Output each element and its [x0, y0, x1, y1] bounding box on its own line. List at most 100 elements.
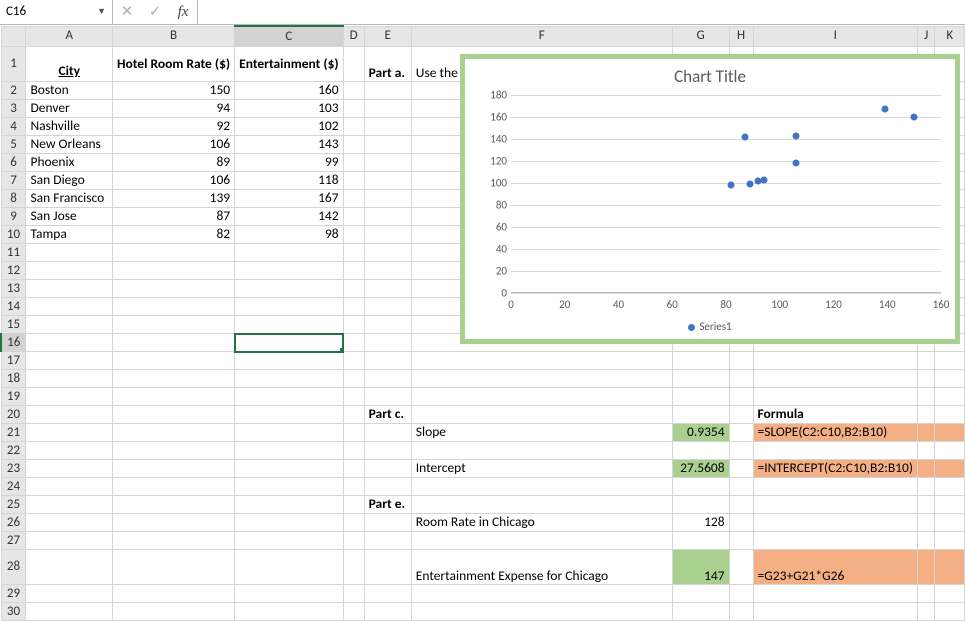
row-header-23[interactable]: 23	[1, 460, 26, 478]
row-header-12[interactable]: 12	[1, 262, 26, 280]
row-header-9[interactable]: 9	[1, 208, 26, 226]
label-ent-chicago[interactable]: Entertainment Expense for Chicago	[411, 550, 672, 585]
row-header-1[interactable]: 1	[1, 47, 26, 82]
header-city[interactable]: City	[26, 47, 113, 82]
name-box[interactable]: C16 ▼	[0, 0, 113, 24]
label-part-e[interactable]: Part e.	[364, 496, 411, 514]
cell-ent[interactable]: 167	[235, 190, 343, 208]
cell-rate[interactable]: 106	[113, 136, 235, 154]
row-header-25[interactable]: 25	[1, 496, 26, 514]
formula-ent-chicago[interactable]: =G23+G21*G26	[753, 550, 917, 585]
row-header-2[interactable]: 2	[1, 82, 26, 100]
cell-rate[interactable]: 87	[113, 208, 235, 226]
cell-city[interactable]: San Diego	[26, 172, 113, 190]
row-header-14[interactable]: 14	[1, 298, 26, 316]
value-rate-chicago[interactable]: 128	[672, 514, 729, 532]
scatter-chart[interactable]: Chart Title 0204060801001201401601800204…	[460, 54, 960, 344]
cell-ent[interactable]: 142	[235, 208, 343, 226]
row-header-22[interactable]: 22	[1, 442, 26, 460]
row-header-17[interactable]: 17	[1, 352, 26, 370]
header-ent[interactable]: Entertainment ($)	[235, 47, 343, 82]
data-point[interactable]	[792, 132, 799, 139]
data-point[interactable]	[755, 177, 762, 184]
row-header-13[interactable]: 13	[1, 280, 26, 298]
col-header-D[interactable]: D	[343, 26, 364, 47]
cell-ent[interactable]: 99	[235, 154, 343, 172]
cell-ent[interactable]: 98	[235, 226, 343, 244]
cell-ent[interactable]: 143	[235, 136, 343, 154]
row-header-29[interactable]: 29	[1, 585, 26, 603]
row-header-20[interactable]: 20	[1, 406, 26, 424]
cell-city[interactable]: Nashville	[26, 118, 113, 136]
row-header-19[interactable]: 19	[1, 388, 26, 406]
data-point[interactable]	[747, 181, 754, 188]
col-header-A[interactable]: A	[26, 26, 113, 47]
cell-rate[interactable]: 94	[113, 100, 235, 118]
chart-legend[interactable]: Series1	[465, 320, 955, 333]
cell-rate[interactable]: 150	[113, 82, 235, 100]
row-header-28[interactable]: 28	[1, 550, 26, 585]
row-header-6[interactable]: 6	[1, 154, 26, 172]
worksheet[interactable]: ABCDEFGHIJK1CityHotel Room Rate ($)Enter…	[0, 25, 965, 621]
col-header-B[interactable]: B	[113, 26, 235, 47]
fx-icon[interactable]: fx	[169, 3, 197, 21]
label-part-a[interactable]: Part a.	[364, 47, 411, 82]
col-header-G[interactable]: G	[672, 26, 729, 47]
cell-ent[interactable]: 160	[235, 82, 343, 100]
label-slope[interactable]: Slope	[411, 424, 672, 442]
label-intercept[interactable]: Intercept	[411, 460, 672, 478]
label-rate-chicago[interactable]: Room Rate in Chicago	[411, 514, 672, 532]
chevron-down-icon[interactable]: ▼	[97, 7, 106, 18]
chart-title[interactable]: Chart Title	[465, 67, 955, 87]
row-header-11[interactable]: 11	[1, 244, 26, 262]
cell-city[interactable]: San Jose	[26, 208, 113, 226]
row-header-21[interactable]: 21	[1, 424, 26, 442]
formula-slope[interactable]: =SLOPE(C2:C10,B2:B10)	[753, 424, 917, 442]
cell-city[interactable]: Phoenix	[26, 154, 113, 172]
col-header-H[interactable]: H	[729, 26, 753, 47]
row-header-30[interactable]: 30	[1, 603, 26, 621]
cell-rate[interactable]: 106	[113, 172, 235, 190]
chart-plot-area[interactable]: 0204060801001201401601800204060801001201…	[511, 95, 941, 293]
row-header-4[interactable]: 4	[1, 118, 26, 136]
row-header-15[interactable]: 15	[1, 316, 26, 334]
row-header-8[interactable]: 8	[1, 190, 26, 208]
data-point[interactable]	[792, 160, 799, 167]
value-slope[interactable]: 0.9354	[672, 424, 729, 442]
header-rate[interactable]: Hotel Room Rate ($)	[113, 47, 235, 82]
row-header-18[interactable]: 18	[1, 370, 26, 388]
cell-city[interactable]: San Francisco	[26, 190, 113, 208]
cell-rate[interactable]: 92	[113, 118, 235, 136]
col-header-K[interactable]: K	[935, 26, 965, 47]
value-intercept[interactable]: 27.5608	[672, 460, 729, 478]
cell-city[interactable]: Denver	[26, 100, 113, 118]
row-header-16[interactable]: 16	[1, 334, 26, 352]
row-header-26[interactable]: 26	[1, 514, 26, 532]
data-point[interactable]	[728, 182, 735, 189]
cell-ent[interactable]: 118	[235, 172, 343, 190]
row-header-3[interactable]: 3	[1, 100, 26, 118]
cell-ent[interactable]: 102	[235, 118, 343, 136]
data-point[interactable]	[911, 114, 918, 121]
row-header-7[interactable]: 7	[1, 172, 26, 190]
row-header-5[interactable]: 5	[1, 136, 26, 154]
cell-rate[interactable]: 82	[113, 226, 235, 244]
col-header-I[interactable]: I	[753, 26, 917, 47]
row-header-24[interactable]: 24	[1, 478, 26, 496]
cell-ent[interactable]: 103	[235, 100, 343, 118]
cell-city[interactable]: Boston	[26, 82, 113, 100]
col-header-E[interactable]: E	[364, 26, 411, 47]
cell-rate[interactable]: 89	[113, 154, 235, 172]
col-header-C[interactable]: C	[235, 26, 343, 47]
cell-city[interactable]: New Orleans	[26, 136, 113, 154]
formula-intercept[interactable]: =INTERCEPT(C2:C10,B2:B10)	[753, 460, 917, 478]
col-header-F[interactable]: F	[411, 26, 672, 47]
label-part-c[interactable]: Part c.	[364, 406, 411, 424]
row-header-10[interactable]: 10	[1, 226, 26, 244]
selected-cell[interactable]	[235, 334, 343, 352]
data-point[interactable]	[741, 133, 748, 140]
formula-input[interactable]	[198, 0, 965, 24]
row-header-27[interactable]: 27	[1, 532, 26, 550]
value-ent-chicago[interactable]: 147	[672, 550, 729, 585]
label-formula[interactable]: Formula	[753, 406, 917, 424]
